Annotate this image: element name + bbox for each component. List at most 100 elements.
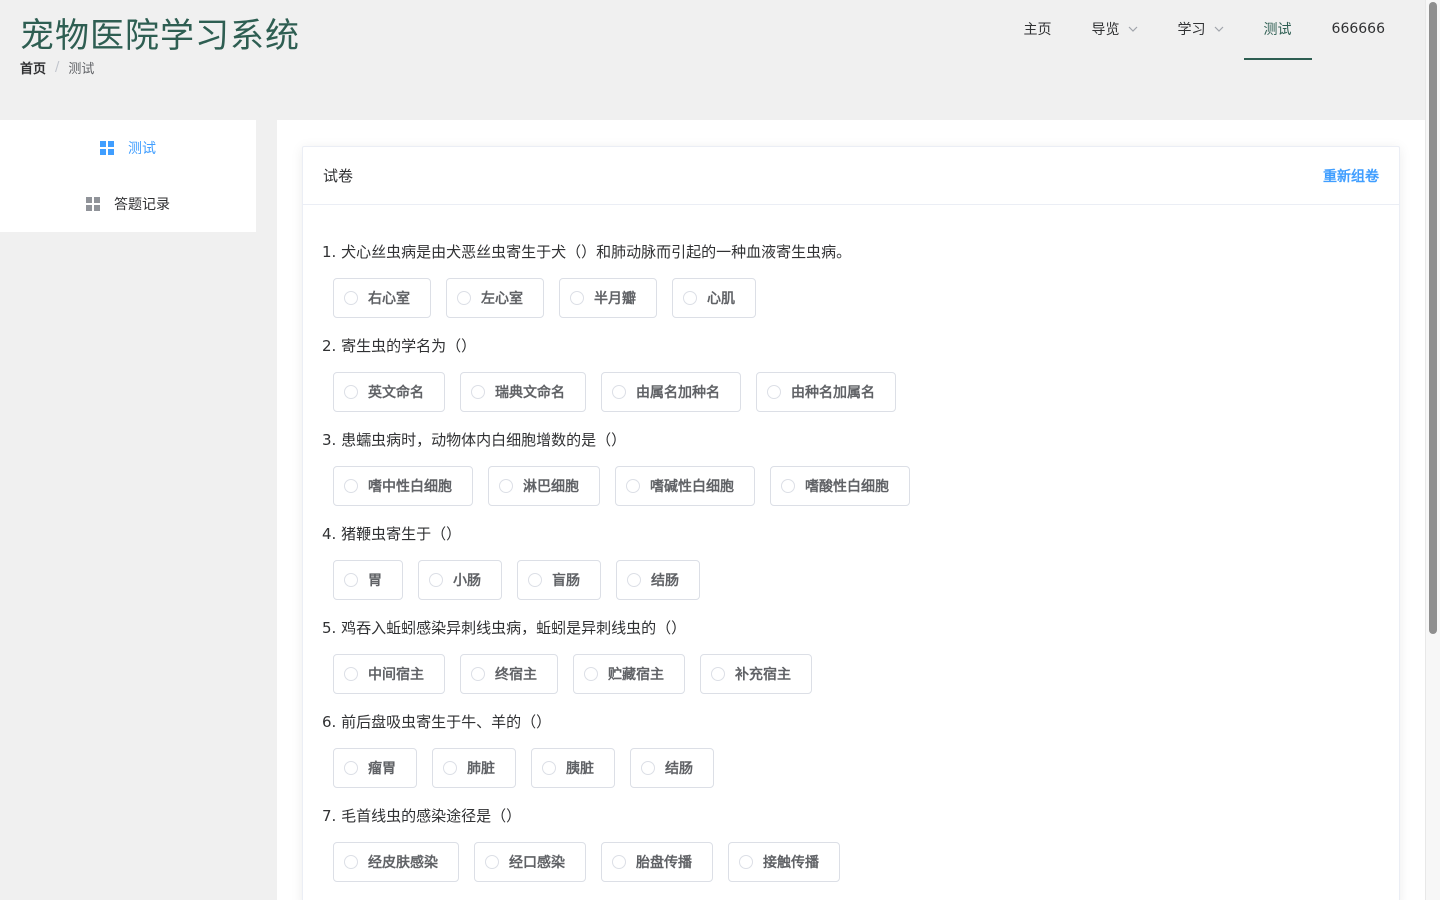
question: 5. 鸡吞入蚯蚓感染异刺线虫病，蚯蚓是异刺线虫的（） 中间宿主 终宿主 贮藏宿主… [322, 617, 1379, 711]
option-radio[interactable]: 右心室 [333, 278, 431, 318]
nav-item-study[interactable]: 学习 [1158, 0, 1244, 60]
option-label: 经皮肤感染 [368, 855, 438, 871]
option-group: 右心室 左心室 半月瓣 心肌 [322, 278, 1379, 318]
breadcrumb-separator: / [55, 60, 60, 75]
radio-circle-icon [344, 573, 358, 587]
option-label: 嗜碱性白细胞 [650, 479, 734, 495]
sidebar-item-test[interactable]: 测试 [0, 120, 256, 176]
grid-icon [86, 197, 100, 211]
page-scrollbar[interactable] [1425, 0, 1440, 900]
radio-circle-icon [626, 479, 640, 493]
option-label: 由种名加属名 [791, 385, 875, 401]
radio-circle-icon [570, 291, 584, 305]
nav-item-home[interactable]: 主页 [1004, 0, 1072, 60]
option-label: 淋巴细胞 [523, 479, 579, 495]
option-group: 胃 小肠 盲肠 结肠 [322, 560, 1379, 600]
radio-circle-icon [457, 291, 471, 305]
option-radio[interactable]: 胎盘传播 [601, 842, 713, 882]
radio-circle-icon [344, 667, 358, 681]
option-radio[interactable]: 胰脏 [531, 748, 615, 788]
question: 2. 寄生虫的学名为（） 英文命名 瑞典文命名 由属名加种名 由种名加属名 [322, 335, 1379, 429]
option-radio[interactable]: 经口感染 [474, 842, 586, 882]
nav-item-label: 测试 [1263, 22, 1292, 38]
question-text: 2. 寄生虫的学名为（） [322, 337, 477, 355]
option-label: 盲肠 [552, 573, 580, 589]
sidebar-item-label: 测试 [128, 141, 156, 157]
exam-card: 试卷 重新组卷 1. 犬心丝虫病是由犬恶丝虫寄生于犬（）和肺动脉而引起的一种血液… [302, 146, 1400, 900]
nav-item-test[interactable]: 测试 [1243, 0, 1312, 60]
radio-circle-icon [443, 761, 457, 775]
option-radio[interactable]: 贮藏宿主 [573, 654, 685, 694]
option-radio[interactable]: 瘤胃 [333, 748, 417, 788]
question-list: 1. 犬心丝虫病是由犬恶丝虫寄生于犬（）和肺动脉而引起的一种血液寄生虫病。 右心… [303, 205, 1399, 899]
scrollbar-thumb[interactable] [1429, 2, 1437, 634]
radio-circle-icon [471, 667, 485, 681]
option-radio[interactable]: 淋巴细胞 [488, 466, 600, 506]
option-label: 半月瓣 [594, 291, 636, 307]
option-radio[interactable]: 由属名加种名 [601, 372, 741, 412]
option-radio[interactable]: 瑞典文命名 [460, 372, 586, 412]
option-label: 中间宿主 [368, 667, 424, 683]
option-label: 结肠 [665, 761, 693, 777]
option-label: 小肠 [453, 573, 481, 589]
option-radio[interactable]: 盲肠 [517, 560, 601, 600]
option-radio[interactable]: 嗜中性白细胞 [333, 466, 473, 506]
option-label: 瑞典文命名 [495, 385, 565, 401]
option-group: 英文命名 瑞典文命名 由属名加种名 由种名加属名 [322, 372, 1379, 412]
option-radio[interactable]: 嗜碱性白细胞 [615, 466, 755, 506]
question: 3. 患蠕虫病时，动物体内白细胞增数的是（） 嗜中性白细胞 淋巴细胞 嗜碱性白细… [322, 429, 1379, 523]
radio-circle-icon [767, 385, 781, 399]
radio-circle-icon [739, 855, 753, 869]
sidebar-item-records[interactable]: 答题记录 [0, 176, 256, 232]
nav-item-label: 主页 [1023, 22, 1052, 38]
option-group: 经皮肤感染 经口感染 胎盘传播 接触传播 [322, 842, 1379, 882]
option-radio[interactable]: 小肠 [418, 560, 502, 600]
option-radio[interactable]: 中间宿主 [333, 654, 445, 694]
option-radio[interactable]: 由种名加属名 [756, 372, 896, 412]
sidebar-item-label: 答题记录 [114, 197, 170, 213]
nav-item-user[interactable]: 666666 [1312, 0, 1405, 60]
radio-circle-icon [683, 291, 697, 305]
option-label: 肺脏 [467, 761, 495, 777]
radio-circle-icon [584, 667, 598, 681]
card-header: 试卷 重新组卷 [303, 147, 1399, 205]
radio-circle-icon [542, 761, 556, 775]
option-radio[interactable]: 英文命名 [333, 372, 445, 412]
option-radio[interactable]: 接触传播 [728, 842, 840, 882]
option-radio[interactable]: 心肌 [672, 278, 756, 318]
nav-item-guide[interactable]: 导览 [1072, 0, 1158, 60]
radio-circle-icon [627, 573, 641, 587]
question: 1. 犬心丝虫病是由犬恶丝虫寄生于犬（）和肺动脉而引起的一种血液寄生虫病。 右心… [322, 241, 1379, 335]
option-group: 嗜中性白细胞 淋巴细胞 嗜碱性白细胞 嗜酸性白细胞 [322, 466, 1379, 506]
option-radio[interactable]: 终宿主 [460, 654, 558, 694]
option-radio[interactable]: 肺脏 [432, 748, 516, 788]
radio-circle-icon [344, 479, 358, 493]
option-radio[interactable]: 胃 [333, 560, 403, 600]
option-label: 补充宿主 [735, 667, 791, 683]
radio-circle-icon [485, 855, 499, 869]
option-label: 英文命名 [368, 385, 424, 401]
radio-circle-icon [528, 573, 542, 587]
option-group: 中间宿主 终宿主 贮藏宿主 补充宿主 [322, 654, 1379, 694]
option-radio[interactable]: 左心室 [446, 278, 544, 318]
option-label: 结肠 [651, 573, 679, 589]
question-text: 3. 患蠕虫病时，动物体内白细胞增数的是（） [322, 431, 627, 449]
option-radio[interactable]: 补充宿主 [700, 654, 812, 694]
option-radio[interactable]: 半月瓣 [559, 278, 657, 318]
option-radio[interactable]: 嗜酸性白细胞 [770, 466, 910, 506]
top-nav: 主页 导览 学习 测试 666666 [1004, 0, 1405, 60]
regenerate-paper-button[interactable]: 重新组卷 [1323, 166, 1379, 186]
option-label: 左心室 [481, 291, 523, 307]
option-radio[interactable]: 经皮肤感染 [333, 842, 459, 882]
option-radio[interactable]: 结肠 [630, 748, 714, 788]
question: 6. 前后盘吸虫寄生于牛、羊的（） 瘤胃 肺脏 胰脏 结肠 [322, 711, 1379, 805]
question-text: 6. 前后盘吸虫寄生于牛、羊的（） [322, 713, 552, 731]
site-title: 宠物医院学习系统 [20, 16, 300, 56]
option-radio[interactable]: 结肠 [616, 560, 700, 600]
option-label: 贮藏宿主 [608, 667, 664, 683]
option-label: 由属名加种名 [636, 385, 720, 401]
option-label: 心肌 [707, 291, 735, 307]
radio-circle-icon [612, 855, 626, 869]
breadcrumb-home[interactable]: 首页 [20, 58, 46, 77]
nav-item-label: 666666 [1331, 21, 1385, 37]
